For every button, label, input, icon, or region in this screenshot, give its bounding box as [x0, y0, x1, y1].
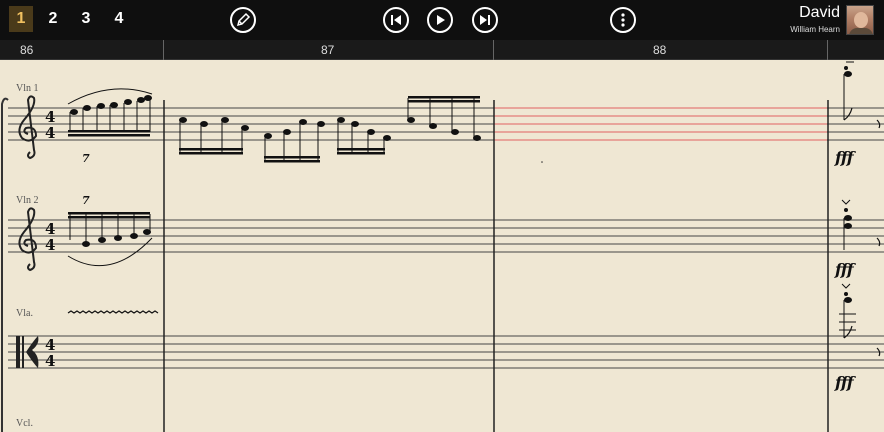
svg-text:4: 4 [45, 124, 55, 142]
instrument-label-vln2: Vln 2 [16, 195, 39, 206]
page-tab-3[interactable]: 3 [74, 6, 98, 32]
svg-text:4: 4 [45, 236, 55, 254]
system-bracket [1, 97, 9, 432]
treble-clef-2 [18, 207, 38, 272]
dynamic-marking: fff [835, 148, 854, 167]
more-button[interactable] [610, 7, 636, 33]
bar-number-88[interactable]: 88 [653, 43, 666, 57]
page-tab-1[interactable]: 1 [9, 6, 33, 32]
instrument-label-vln1: Vln 1 [16, 83, 39, 94]
dynamic-marking: fff [835, 373, 854, 392]
edit-button[interactable] [230, 7, 256, 33]
barlines [163, 100, 829, 432]
play-icon [437, 15, 445, 25]
tuplet-number: 7 [82, 194, 90, 207]
previous-button[interactable] [383, 7, 409, 33]
app-toolbar: 1 2 3 4 David William Hearn [0, 0, 884, 40]
page-tab-4[interactable]: 4 [107, 6, 131, 32]
tuplet-number: 7 [82, 152, 90, 165]
bar-ruler[interactable]: 86 87 88 [0, 40, 884, 60]
avatar[interactable] [846, 5, 874, 35]
bar-number-86[interactable]: 86 [20, 43, 33, 57]
user-name: David [799, 4, 840, 21]
skip-previous-icon [391, 15, 401, 25]
ruler-tick [163, 40, 164, 60]
user-subtitle: William Hearn [790, 25, 840, 34]
treble-clef-1 [18, 95, 38, 160]
selection-highlight [494, 107, 827, 141]
score-canvas[interactable]: 44 44 44 Vln 1 Vln 2 Vla. Vcl. 7 7 fff f… [0, 60, 884, 432]
next-button[interactable] [472, 7, 498, 33]
more-vertical-icon [621, 13, 625, 27]
ruler-tick [827, 40, 828, 60]
notes-bar89 [839, 61, 856, 339]
score-notation: 44 44 44 [1, 61, 884, 432]
svg-text:4: 4 [45, 352, 55, 370]
instrument-label-vla: Vla. [16, 308, 33, 319]
viola-tremolo-line [67, 310, 159, 314]
staff-vln2 [8, 219, 884, 253]
staff-vla [8, 335, 884, 369]
play-button[interactable] [427, 7, 453, 33]
dynamic-marking: fff [835, 260, 854, 279]
instrument-label-vcl: Vcl. [16, 418, 33, 429]
bar-number-87[interactable]: 87 [321, 43, 334, 57]
notes-vln1-bar86 [67, 88, 153, 137]
time-signatures: 44 44 44 [45, 108, 55, 370]
page-tab-2[interactable]: 2 [41, 6, 65, 32]
ruler-tick [493, 40, 494, 60]
pencil-icon [236, 12, 251, 27]
notes-vln1-bar87 [179, 96, 481, 163]
skip-next-icon [480, 15, 490, 25]
